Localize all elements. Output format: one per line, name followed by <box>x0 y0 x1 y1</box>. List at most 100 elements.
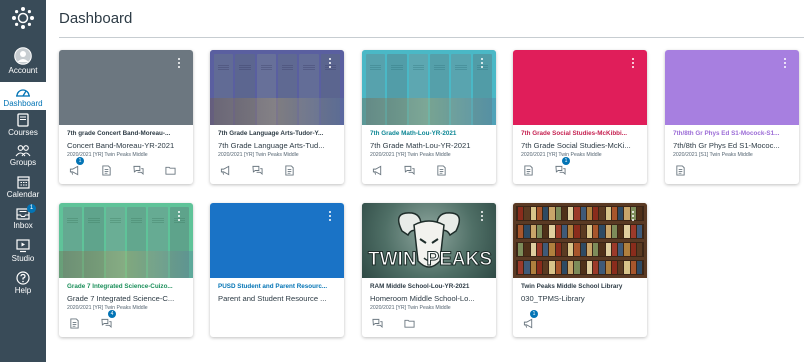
assignment-icon[interactable] <box>675 163 687 176</box>
course-name[interactable]: RAM Middle School-Lou-YR-2021 <box>370 283 490 290</box>
inbox-badge: 1 <box>27 204 36 213</box>
assignment-icon[interactable] <box>101 163 113 176</box>
nav-groups[interactable]: Groups <box>0 144 46 170</box>
assignment-icon[interactable] <box>284 163 296 176</box>
course-name[interactable]: 7th/8th Gr Phys Ed S1-Mocock-S1... <box>673 130 793 137</box>
nav-label: Studio <box>11 254 35 263</box>
nav-label: Account <box>8 66 38 75</box>
course-term: 2020/2021 [YR] Twin Peaks Middle <box>67 152 148 158</box>
course-term: 2020/2021 [YR] Twin Peaks Middle <box>370 305 451 311</box>
dashboard-icon <box>16 89 30 97</box>
card-options-icon[interactable] <box>328 211 332 223</box>
assignment-icon[interactable] <box>436 163 448 176</box>
course-term: 2020/2021 [YR] Twin Peaks Middle <box>218 152 299 158</box>
hero-text-right: PEAKS <box>426 249 492 271</box>
course-code: 7th Grade Social Studies-McKi... <box>521 141 631 150</box>
card-options-icon[interactable] <box>631 58 635 70</box>
avatar-icon <box>14 47 32 65</box>
course-card-hero[interactable]: TWIN PEAKS <box>362 203 496 278</box>
discussion-icon[interactable] <box>133 163 145 176</box>
nav-account[interactable]: Account <box>0 47 46 77</box>
assignment-icon[interactable] <box>523 163 535 176</box>
course-card[interactable]: TWIN PEAKS RAM Middle School-Lou-YR-2021 Ho… <box>362 203 496 337</box>
nav-label: Help <box>14 286 32 295</box>
course-code: 030_TPMS-Library <box>521 294 585 303</box>
course-name[interactable]: 7th Grade Math-Lou-YR-2021 <box>370 130 490 137</box>
card-options-icon[interactable] <box>177 211 181 223</box>
course-name[interactable]: 7th grade Concert Band-Moreau-... <box>67 130 187 137</box>
nav-dashboard[interactable]: Dashboard <box>0 82 46 110</box>
course-code: Homeroom Middle School-Lo... <box>370 294 475 303</box>
course-term: 2020/2021 [YR] Twin Peaks Middle <box>370 152 451 158</box>
course-name[interactable]: 7th Grade Social Studies-McKibbi... <box>521 130 641 137</box>
nav-courses[interactable]: Courses <box>0 113 46 139</box>
course-card[interactable]: 7th Grade Math-Lou-YR-2021 7th Grade Math… <box>362 50 496 184</box>
course-term: 2020/2021 [YR] Twin Peaks Middle <box>67 305 148 311</box>
card-options-icon[interactable] <box>480 58 484 70</box>
announcement-icon[interactable]: 1 <box>523 310 538 329</box>
course-card-hero[interactable] <box>59 203 193 278</box>
nav-help[interactable]: Help <box>0 271 46 297</box>
announcement-icon[interactable] <box>220 163 232 176</box>
course-card-hero[interactable] <box>59 50 193 125</box>
course-card[interactable]: 7th grade Concert Band-Moreau-... Concert… <box>59 50 193 184</box>
hero-text-left: TWIN <box>368 249 418 271</box>
card-options-icon[interactable] <box>631 211 635 223</box>
course-card-hero[interactable] <box>665 50 799 125</box>
course-name[interactable]: Twin Peaks Middle School Library <box>521 283 641 290</box>
course-card[interactable]: Twin Peaks Middle School Library 030_TPMS… <box>513 203 647 337</box>
course-term: 2020/2021 [S1] Twin Peaks Middle <box>673 152 753 158</box>
card-options-icon[interactable] <box>328 58 332 70</box>
folder-icon[interactable] <box>165 163 177 175</box>
course-code: Concert Band-Moreau-YR-2021 <box>67 141 175 150</box>
folder-icon[interactable] <box>404 316 416 328</box>
nav-calendar[interactable]: Calendar <box>0 175 46 201</box>
nav-inbox[interactable]: 1 Inbox <box>0 204 46 232</box>
course-card-hero[interactable] <box>513 50 647 125</box>
studio-icon <box>16 239 30 253</box>
course-card[interactable]: 7th/8th Gr Phys Ed S1-Mocock-S1... 7th/8t… <box>665 50 799 184</box>
course-card-hero[interactable] <box>210 203 344 278</box>
unread-badge: 1 <box>530 310 538 318</box>
course-code: Parent and Student Resource ... <box>218 294 327 303</box>
card-options-icon[interactable] <box>177 58 181 70</box>
course-name[interactable]: PUSD Student and Parent Resourc... <box>218 283 338 290</box>
nav-label: Groups <box>9 158 37 167</box>
course-name[interactable]: 7th Grade Language Arts-Tudor-Y... <box>218 130 338 137</box>
discussion-icon[interactable] <box>252 163 264 176</box>
course-name[interactable]: Grade 7 Integrated Science-Cuizo... <box>67 283 187 290</box>
card-options-icon[interactable] <box>783 58 787 70</box>
nav-label: Dashboard <box>3 99 43 108</box>
unread-badge: 1 <box>76 157 84 165</box>
calendar-icon <box>16 176 30 189</box>
unread-badge: 4 <box>108 310 116 318</box>
nav-label: Inbox <box>13 221 33 230</box>
discussion-icon[interactable] <box>404 163 416 176</box>
canvas-logo-icon[interactable] <box>0 6 46 34</box>
unread-badge: 1 <box>562 157 570 165</box>
assignment-icon[interactable] <box>69 316 81 329</box>
page-title: Dashboard <box>59 10 133 27</box>
discussion-icon[interactable]: 4 <box>101 310 116 329</box>
announcement-icon[interactable]: 1 <box>69 157 84 176</box>
card-options-icon[interactable] <box>480 211 484 223</box>
discussion-icon[interactable] <box>372 316 384 329</box>
course-card[interactable]: PUSD Student and Parent Resourc... Parent… <box>210 203 344 337</box>
course-card[interactable]: Grade 7 Integrated Science-Cuizo... Grade… <box>59 203 193 337</box>
nav-studio[interactable]: Studio <box>0 239 46 265</box>
course-code: 7th Grade Language Arts-Tud... <box>218 141 325 150</box>
nav-label: Courses <box>8 128 38 137</box>
nav-label: Calendar <box>6 190 40 199</box>
course-code: Grade 7 Integrated Science-C... <box>67 294 175 303</box>
course-card-hero[interactable] <box>513 203 647 278</box>
course-card-hero[interactable] <box>210 50 344 125</box>
course-card-hero[interactable] <box>362 50 496 125</box>
course-card[interactable]: 7th Grade Social Studies-McKibbi... 7th G… <box>513 50 647 184</box>
announcement-icon[interactable] <box>372 163 384 176</box>
discussion-icon[interactable]: 1 <box>555 157 570 176</box>
global-nav: Account Dashboard Courses Groups Calenda… <box>0 0 46 362</box>
course-card[interactable]: 7th Grade Language Arts-Tudor-Y... 7th Gr… <box>210 50 344 184</box>
course-code: 7th Grade Math-Lou-YR-2021 <box>370 141 471 150</box>
book-icon <box>17 113 29 127</box>
course-term: 2020/2021 [YR] Twin Peaks Middle <box>521 152 602 158</box>
